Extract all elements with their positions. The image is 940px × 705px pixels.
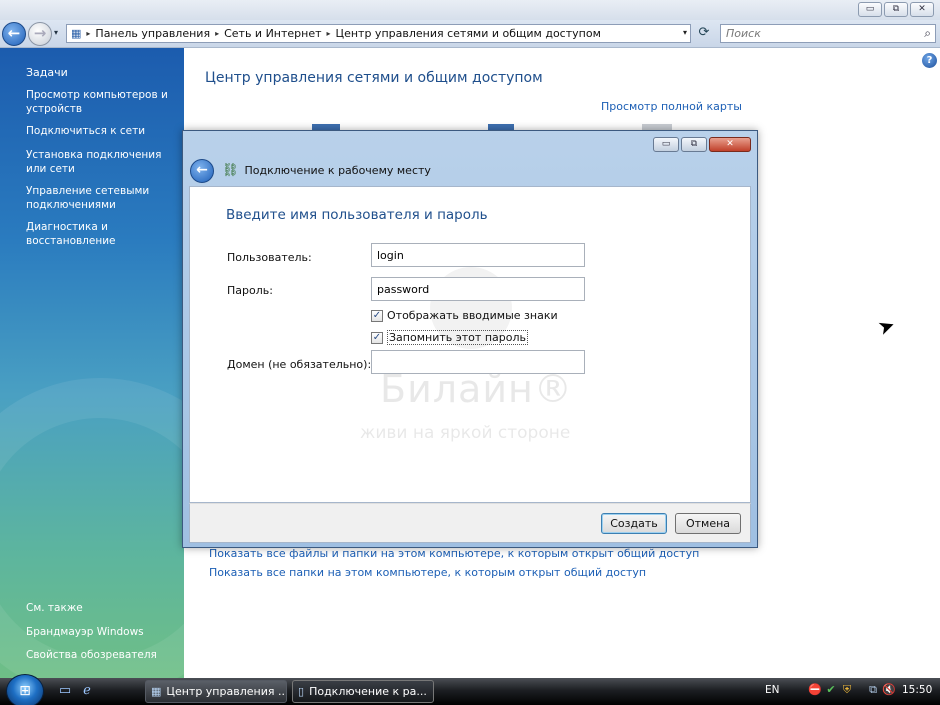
back-arrow-icon: ← [7, 24, 21, 42]
dialog-heading: Введите имя пользователя и пароль [226, 207, 488, 223]
workplace-connection-dialog: ▭ ⧉ ✕ ← ⛓ Подключение к рабочему месту Б… [182, 130, 758, 548]
forward-button[interactable]: → [28, 22, 52, 46]
taskbar-item-label: Подключение к ра... [309, 685, 427, 698]
taskbar-item-network-center[interactable]: ▦ Центр управления ... [145, 680, 287, 703]
windows-logo-icon: ⊞ [19, 683, 31, 699]
network-tray-icon[interactable]: ⧉ [866, 683, 880, 697]
breadcrumb-separator[interactable]: ▸ [327, 29, 331, 38]
back-button[interactable]: ← [2, 22, 26, 46]
search-input[interactable]: Поиск ⌕ [720, 24, 936, 43]
dialog-maximize-button[interactable]: ⧉ [681, 137, 707, 152]
network-icon: ⛓ [222, 163, 239, 178]
navigation-bar: ← → ▾ ▦ ▸ Панель управления ▸ Сеть и Инт… [0, 20, 940, 48]
full-map-link[interactable]: Просмотр полной карты [601, 100, 742, 113]
dialog-back-button[interactable]: ← [190, 158, 214, 183]
mouse-cursor-icon: ➤ [874, 311, 899, 341]
task-view-computers[interactable]: Просмотр компьютеров и устройств [26, 88, 178, 116]
breadcrumb-network-center[interactable]: Центр управления сетями и общим доступом [336, 27, 601, 40]
taskbar: ⊞ ▭ ℯ ▦ Центр управления ... ▯ Подключен… [0, 674, 940, 705]
dialog-close-button[interactable]: ✕ [709, 137, 751, 152]
see-also-internet-options[interactable]: Свойства обозревателя [26, 649, 157, 661]
clock[interactable]: 15:50 [902, 684, 932, 696]
forward-arrow-icon: → [33, 24, 47, 42]
domain-label: Домен (не обязательно): [227, 358, 372, 371]
control-panel-icon: ▦ [71, 27, 82, 40]
help-icon[interactable]: ? [922, 53, 937, 68]
search-placeholder: Поиск [726, 27, 761, 40]
search-icon[interactable]: ⌕ [924, 26, 931, 41]
start-button[interactable]: ⊞ [6, 674, 44, 705]
task-diagnose-repair[interactable]: Диагностика и восстановление [26, 220, 178, 248]
remember-password-checkbox[interactable]: ✓ Запомнить этот пароль [371, 330, 528, 345]
address-dropdown[interactable]: ▾ [683, 28, 687, 37]
username-field[interactable] [371, 243, 585, 267]
remember-password-label: Запомнить этот пароль [387, 330, 528, 345]
breadcrumb-control-panel[interactable]: Панель управления [95, 27, 210, 40]
dialog-window-controls: ▭ ⧉ ✕ [653, 137, 751, 152]
show-desktop-icon[interactable]: ▭ [56, 682, 74, 700]
show-characters-checkbox[interactable]: ✓ Отображать вводимые знаки [371, 309, 558, 322]
show-characters-label: Отображать вводимые знаки [387, 309, 558, 322]
recent-pages-dropdown[interactable]: ▾ [54, 28, 58, 37]
cancel-button[interactable]: Отмена [675, 513, 741, 534]
language-indicator[interactable]: EN [765, 684, 780, 696]
close-button[interactable]: ✕ [910, 2, 934, 17]
password-label: Пароль: [227, 284, 273, 297]
create-button[interactable]: Создать [601, 513, 667, 534]
control-panel-icon: ▦ [151, 685, 162, 698]
taskbar-item-label: Центр управления ... [166, 685, 287, 698]
window-title-bar: ▭ ⧉ ✕ [0, 0, 940, 20]
address-bar[interactable]: ▦ ▸ Панель управления ▸ Сеть и Интернет … [66, 24, 691, 43]
show-shared-files-link[interactable]: Показать все файлы и папки на этом компь… [209, 547, 699, 560]
see-also-heading: См. также [26, 602, 83, 614]
breadcrumb-separator[interactable]: ▸ [86, 29, 90, 38]
watermark-slogan: живи на яркой стороне [360, 423, 571, 443]
checkbox-check-icon[interactable]: ✓ [371, 331, 383, 344]
password-field[interactable] [371, 277, 585, 301]
dialog-header: ← ⛓ Подключение к рабочему месту [187, 155, 753, 186]
page-title: Центр управления сетями и общим доступом [205, 70, 543, 86]
dialog-footer: Создать Отмена [189, 503, 751, 543]
username-label: Пользователь: [227, 251, 312, 264]
dialog-title: Подключение к рабочему месту [244, 164, 431, 177]
task-manage-connections[interactable]: Управление сетевыми подключениями [26, 184, 178, 212]
task-connect-network[interactable]: Подключиться к сети [26, 124, 178, 138]
task-pane: Задачи Просмотр компьютеров и устройств … [0, 48, 184, 680]
task-setup-connection[interactable]: Установка подключения или сети [26, 148, 178, 176]
refresh-button[interactable]: ⟳ [694, 25, 714, 43]
breadcrumb-network-internet[interactable]: Сеть и Интернет [224, 27, 321, 40]
maximize-button[interactable]: ⧉ [884, 2, 908, 17]
breadcrumb-separator[interactable]: ▸ [215, 29, 219, 38]
shield-icon[interactable]: ⛨ [840, 683, 854, 697]
minimize-button[interactable]: ▭ [858, 2, 882, 17]
internet-explorer-icon[interactable]: ℯ [78, 682, 96, 700]
see-also-firewall[interactable]: Брандмауэр Windows [26, 626, 144, 638]
connection-icon: ▯ [298, 685, 305, 698]
taskbar-item-workplace-connection[interactable]: ▯ Подключение к ра... [292, 680, 434, 703]
tasks-heading: Задачи [26, 66, 68, 79]
domain-field[interactable] [371, 350, 585, 374]
dialog-minimize-button[interactable]: ▭ [653, 137, 679, 152]
checkbox-check-icon[interactable]: ✓ [371, 309, 383, 322]
show-shared-folders-link[interactable]: Показать все папки на этом компьютере, к… [209, 566, 646, 579]
update-icon[interactable]: ✔ [824, 683, 838, 696]
security-alert-icon[interactable]: ⛔ [808, 683, 822, 696]
dialog-body: Билайн® живи на яркой стороне Введите им… [189, 186, 751, 503]
volume-muted-icon[interactable]: 🔇 [882, 683, 896, 696]
